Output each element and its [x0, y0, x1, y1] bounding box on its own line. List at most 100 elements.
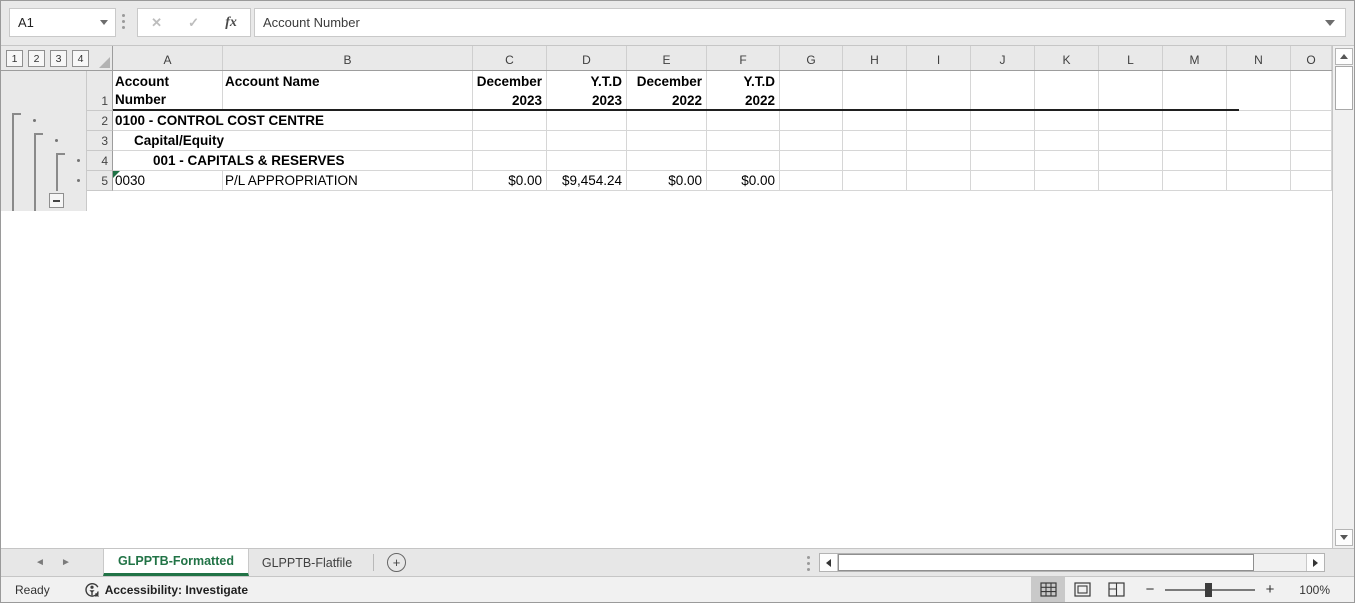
- scroll-right-button[interactable]: [1306, 554, 1324, 571]
- scroll-left-button[interactable]: [820, 554, 838, 571]
- cell-N4[interactable]: [1227, 151, 1291, 171]
- cell-H2[interactable]: [843, 111, 907, 131]
- cell-E5[interactable]: $0.00: [627, 171, 707, 191]
- cell-N5[interactable]: [1227, 171, 1291, 191]
- cell-J5[interactable]: [971, 171, 1035, 191]
- cell-L2[interactable]: [1099, 111, 1163, 131]
- column-header-i[interactable]: I: [907, 46, 971, 70]
- cell-A3[interactable]: Capital/Equity: [113, 131, 473, 151]
- cancel-icon[interactable]: ✕: [151, 15, 162, 31]
- outline-level-2-button[interactable]: 2: [28, 50, 45, 67]
- cell-I1[interactable]: [907, 71, 971, 111]
- cell-E3[interactable]: [627, 131, 707, 151]
- outline-collapse-button[interactable]: [49, 193, 64, 208]
- cell-I3[interactable]: [907, 131, 971, 151]
- accessibility-status[interactable]: Accessibility: Investigate: [84, 582, 248, 598]
- column-header-j[interactable]: J: [971, 46, 1035, 70]
- cell-L1[interactable]: [1099, 71, 1163, 111]
- zoom-slider-thumb[interactable]: [1205, 583, 1212, 597]
- cell-H3[interactable]: [843, 131, 907, 151]
- cell-C5[interactable]: $0.00: [473, 171, 547, 191]
- zoom-percentage[interactable]: 100%: [1284, 583, 1330, 597]
- cell-N1[interactable]: [1227, 71, 1291, 111]
- cell-G4[interactable]: [780, 151, 843, 171]
- cell-I5[interactable]: [907, 171, 971, 191]
- cell-K1[interactable]: [1035, 71, 1099, 111]
- insert-function-icon[interactable]: fx: [225, 15, 237, 31]
- column-header-l[interactable]: L: [1099, 46, 1163, 70]
- add-sheet-button[interactable]: +: [387, 553, 406, 572]
- cell-D3[interactable]: [547, 131, 627, 151]
- row-header-1[interactable]: 1: [87, 71, 113, 111]
- cell-F1[interactable]: Y.T.D2022: [707, 71, 780, 111]
- cell-C3[interactable]: [473, 131, 547, 151]
- cell-F4[interactable]: [707, 151, 780, 171]
- cell-O4[interactable]: [1291, 151, 1332, 171]
- column-header-f[interactable]: F: [707, 46, 780, 70]
- page-layout-view-button[interactable]: [1065, 577, 1099, 602]
- enter-icon[interactable]: ✓: [188, 15, 199, 31]
- cell-A5[interactable]: 0030: [113, 171, 223, 191]
- cell-M5[interactable]: [1163, 171, 1227, 191]
- formula-bar-drag-handle[interactable]: [122, 14, 125, 29]
- cell-E4[interactable]: [627, 151, 707, 171]
- cell-N2[interactable]: [1227, 111, 1291, 131]
- cell-L4[interactable]: [1099, 151, 1163, 171]
- cell-O2[interactable]: [1291, 111, 1332, 131]
- cell-G2[interactable]: [780, 111, 843, 131]
- cell-C1[interactable]: December2023: [473, 71, 547, 111]
- cell-J1[interactable]: [971, 71, 1035, 111]
- cell-D5[interactable]: $9,454.24: [547, 171, 627, 191]
- zoom-in-button[interactable]: +: [1261, 581, 1279, 598]
- zoom-slider-track[interactable]: [1165, 589, 1255, 591]
- cell-M2[interactable]: [1163, 111, 1227, 131]
- select-all-button[interactable]: [87, 46, 113, 70]
- cell-G3[interactable]: [780, 131, 843, 151]
- outline-level-1-button[interactable]: 1: [6, 50, 23, 67]
- cell-H4[interactable]: [843, 151, 907, 171]
- column-header-h[interactable]: H: [843, 46, 907, 70]
- prev-sheet-arrow[interactable]: ◄: [35, 557, 45, 568]
- cell-F5[interactable]: $0.00: [707, 171, 780, 191]
- sheet-tab-glpptb-flatfile[interactable]: GLPPTB-Flatfile: [249, 549, 365, 576]
- column-header-k[interactable]: K: [1035, 46, 1099, 70]
- cell-L5[interactable]: [1099, 171, 1163, 191]
- cell-O3[interactable]: [1291, 131, 1332, 151]
- cell-B5[interactable]: P/L APPROPRIATION: [223, 171, 473, 191]
- row-header-5[interactable]: 5: [87, 171, 113, 191]
- cell-A2[interactable]: 0100 - CONTROL COST CENTRE: [113, 111, 473, 131]
- cell-E2[interactable]: [627, 111, 707, 131]
- cell-H1[interactable]: [843, 71, 907, 111]
- cell-O5[interactable]: [1291, 171, 1332, 191]
- horizontal-scrollbar[interactable]: [819, 553, 1325, 572]
- cell-I4[interactable]: [907, 151, 971, 171]
- cell-G1[interactable]: [780, 71, 843, 111]
- column-header-b[interactable]: B: [223, 46, 473, 70]
- row-header-3[interactable]: 3: [87, 131, 113, 151]
- formula-bar-input[interactable]: Account Number: [254, 8, 1346, 37]
- expand-formula-bar-icon[interactable]: [1325, 20, 1335, 26]
- cell-C4[interactable]: [473, 151, 547, 171]
- scroll-up-button[interactable]: [1335, 48, 1353, 65]
- cell-C2[interactable]: [473, 111, 547, 131]
- cell-A1[interactable]: Account Number: [113, 71, 223, 111]
- cell-N3[interactable]: [1227, 131, 1291, 151]
- next-sheet-arrow[interactable]: ►: [61, 557, 71, 568]
- row-header-2[interactable]: 2: [87, 111, 113, 131]
- column-header-a[interactable]: A: [113, 46, 223, 70]
- cell-J4[interactable]: [971, 151, 1035, 171]
- column-header-m[interactable]: M: [1163, 46, 1227, 70]
- cell-O1[interactable]: [1291, 71, 1332, 111]
- cell-K3[interactable]: [1035, 131, 1099, 151]
- column-header-n[interactable]: N: [1227, 46, 1291, 70]
- cell-K4[interactable]: [1035, 151, 1099, 171]
- column-header-g[interactable]: G: [780, 46, 843, 70]
- hscroll-resize-handle[interactable]: [807, 556, 810, 571]
- cell-G5[interactable]: [780, 171, 843, 191]
- cell-F3[interactable]: [707, 131, 780, 151]
- cell-I2[interactable]: [907, 111, 971, 131]
- name-box[interactable]: A1: [9, 8, 116, 37]
- column-header-o[interactable]: O: [1291, 46, 1332, 70]
- cell-K2[interactable]: [1035, 111, 1099, 131]
- cell-A4[interactable]: 001 - CAPITALS & RESERVES: [113, 151, 473, 171]
